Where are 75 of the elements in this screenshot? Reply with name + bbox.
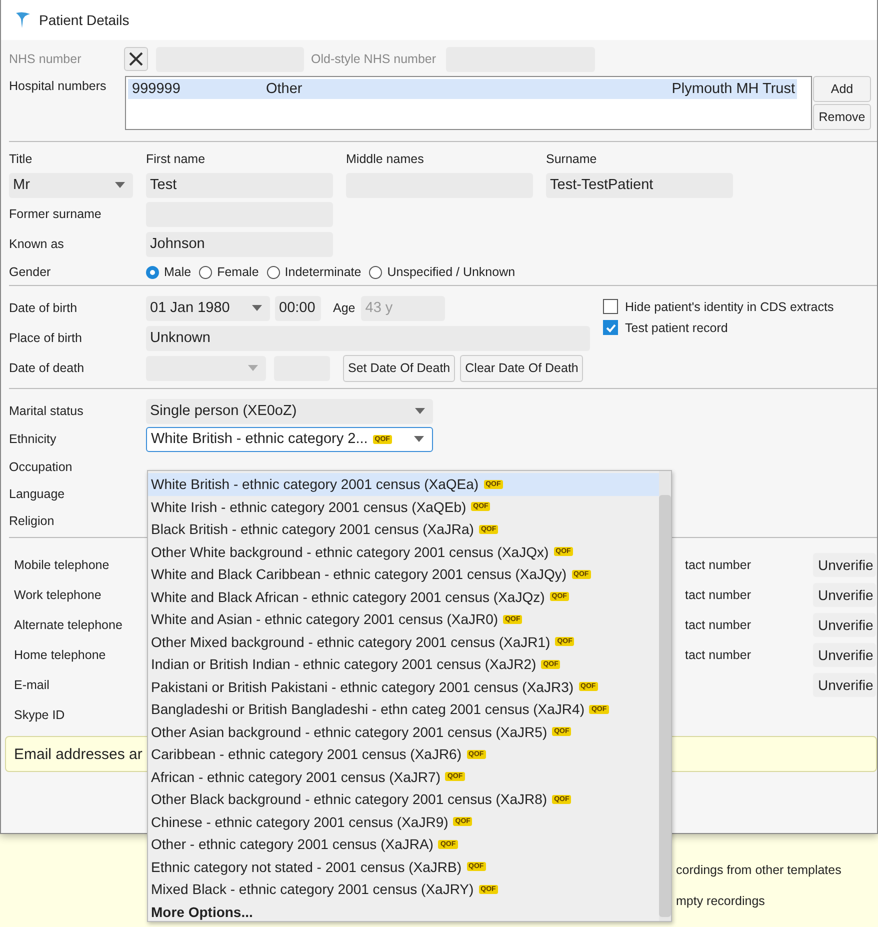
title-dropdown[interactable]: Mr: [9, 172, 133, 198]
background-text: mpty recordings: [676, 894, 766, 908]
field-label: Date of birth: [9, 301, 78, 315]
field-label: Date of death: [9, 361, 86, 375]
window-title: Patient Details: [39, 12, 130, 28]
field-label: Former surname: [9, 207, 102, 221]
date-dropdown[interactable]: 01 Jan 1980: [146, 296, 270, 320]
input-field[interactable]: Test-TestPatient: [546, 172, 733, 198]
input-field[interactable]: Unknown: [146, 326, 590, 350]
hospital-number: 999999: [131, 81, 182, 97]
more-options-item[interactable]: More Options...: [148, 900, 659, 923]
gender-radio[interactable]: Male: [146, 265, 192, 279]
radio-circle[interactable]: [199, 266, 212, 278]
input-field[interactable]: Test: [146, 172, 333, 198]
field-label: Place of birth: [9, 331, 83, 345]
checkbox[interactable]: [603, 299, 618, 314]
radio-circle[interactable]: [369, 266, 382, 278]
field-label: tact number: [685, 588, 752, 602]
field-label: Home telephone: [14, 648, 107, 662]
caret-icon: [252, 305, 262, 311]
verification-button[interactable]: Unverifie: [813, 673, 876, 697]
marital-status-dropdown[interactable]: Single person (XE0oZ): [146, 398, 433, 424]
caret-icon: [248, 365, 258, 371]
close-icon: [129, 52, 143, 66]
field-label: Age: [333, 301, 356, 315]
list-action-button[interactable]: Add: [813, 76, 871, 102]
radio-circle[interactable]: [266, 266, 280, 278]
field-label: Gender: [9, 265, 52, 279]
input-field[interactable]: Johnson: [146, 232, 333, 256]
death-date-button[interactable]: Clear Date Of Death: [460, 354, 584, 382]
field-label: tact number: [685, 618, 752, 632]
clear-button[interactable]: [124, 47, 148, 71]
field-label: Work telephone: [14, 588, 102, 602]
app-logo-icon: [15, 11, 31, 29]
field-label: E-mail: [14, 678, 50, 692]
field-label: Occupation: [9, 460, 74, 474]
field-label: Middle names: [346, 152, 425, 166]
field-label: Mobile telephone: [14, 558, 110, 572]
checkbox-option[interactable]: Hide patient's identity in CDS extracts: [603, 299, 834, 314]
field-label: Known as: [9, 237, 65, 251]
field-label: Old-style NHS number: [311, 52, 436, 66]
death-date-button[interactable]: Set Date Of Death: [343, 354, 456, 382]
field-label: First name: [146, 152, 206, 166]
gender-radio[interactable]: Indeterminate: [266, 265, 362, 279]
scrollbar[interactable]: [659, 471, 671, 921]
verification-button[interactable]: Unverifie: [813, 553, 876, 577]
verification-button[interactable]: Unverifie: [813, 613, 876, 637]
field-label: Skype ID: [14, 708, 66, 722]
list-action-button[interactable]: Remove: [813, 104, 871, 130]
field-label: Religion: [9, 514, 56, 528]
verification-button[interactable]: Unverifie: [813, 583, 876, 607]
age-field: 43 y: [361, 296, 446, 320]
checkbox-option[interactable]: Test patient record: [603, 320, 834, 335]
field-label: Marital status: [9, 404, 84, 418]
field-label: NHS number: [9, 52, 82, 66]
trust-name: Plymouth MH Trust: [672, 81, 796, 97]
list-row[interactable]: 999999 Other Plymouth MH Trust: [128, 79, 797, 99]
field-label: tact number: [685, 648, 752, 662]
number-type: Other: [266, 81, 304, 97]
radio-circle[interactable]: [146, 266, 159, 278]
verification-button[interactable]: Unverifie: [813, 643, 876, 667]
caret-icon: [115, 182, 125, 188]
field-label: Alternate telephone: [14, 618, 124, 632]
caret-icon: [414, 436, 424, 442]
gender-radio[interactable]: Female: [199, 265, 259, 279]
gender-radio[interactable]: Unspecified / Unknown: [369, 265, 516, 279]
field-label: Language: [9, 486, 66, 500]
checkbox[interactable]: [603, 320, 618, 335]
time-field[interactable]: 00:00: [275, 296, 321, 320]
field-label: Ethnicity: [9, 432, 58, 446]
background-text: cordings from other templates: [676, 863, 842, 877]
field-label: Surname: [546, 152, 597, 166]
field-label: Title: [9, 152, 34, 166]
caret-icon: [415, 408, 425, 414]
field-label: tact number: [685, 558, 752, 572]
